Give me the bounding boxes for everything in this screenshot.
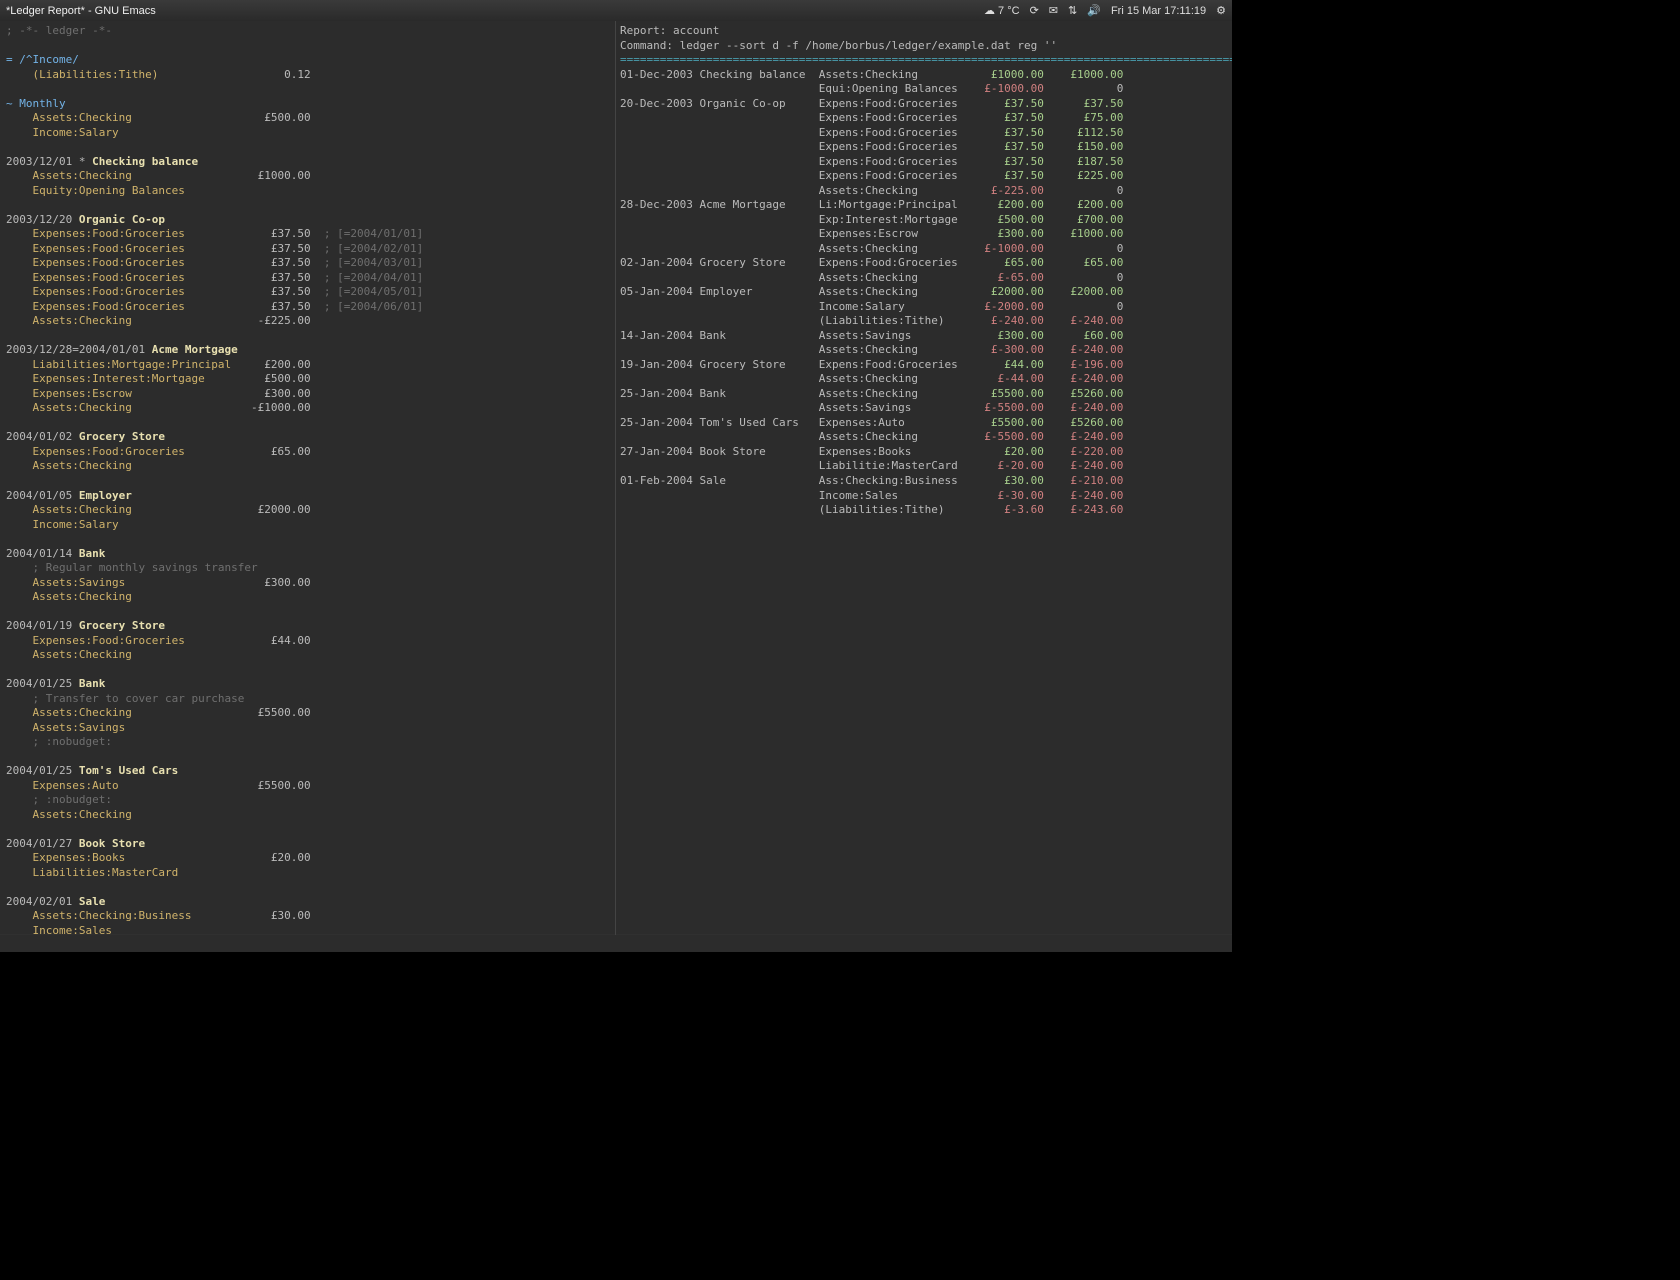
gear-icon[interactable]: ⚙ xyxy=(1216,4,1226,17)
posting-line: Expenses:Food:Groceries £37.50 ; [=2004/… xyxy=(6,285,615,300)
posting-line: Assets:Savings £300.00 xyxy=(6,576,615,591)
report-row: Expenses:Escrow £300.00 £1000.00 xyxy=(620,227,1232,242)
report-row: Assets:Checking £-300.00 £-240.00 xyxy=(620,343,1232,358)
left-pane[interactable]: ; -*- ledger -*- = /^Income/ (Liabilitie… xyxy=(0,21,616,952)
report-row: 25-Jan-2004 Tom's Used Cars Expenses:Aut… xyxy=(620,416,1232,431)
posting-line: Expenses:Interest:Mortgage £500.00 xyxy=(6,372,615,387)
refresh-icon[interactable]: ⟳ xyxy=(1030,4,1039,17)
txn-header: 2003/12/01 * Checking balance xyxy=(6,155,615,170)
txn-header: 2004/01/05 Employer xyxy=(6,489,615,504)
report-row: 02-Jan-2004 Grocery Store Expens:Food:Gr… xyxy=(620,256,1232,271)
txn-header: 2004/02/01 Sale xyxy=(6,895,615,910)
right-pane[interactable]: Report: accountCommand: ledger --sort d … xyxy=(616,21,1232,952)
posting-line: Liabilities:Mortgage:Principal £200.00 xyxy=(6,358,615,373)
report-row: Assets:Checking £-65.00 0 xyxy=(620,271,1232,286)
system-tray: ☁ 7 °C ⟳ ✉ ⇅ 🔊 Fri 15 Mar 17:11:19 ⚙ xyxy=(984,4,1226,17)
txn-header: 2004/01/25 Tom's Used Cars xyxy=(6,764,615,779)
mail-icon[interactable]: ✉ xyxy=(1049,4,1058,17)
posting-line: Liabilities:MasterCard xyxy=(6,866,615,881)
report-row: (Liabilities:Tithe) £-3.60 £-243.60 xyxy=(620,503,1232,518)
posting-line: Assets:Checking xyxy=(6,590,615,605)
posting-line: Expenses:Food:Groceries £37.50 ; [=2004/… xyxy=(6,227,615,242)
posting-line: Assets:Checking £5500.00 xyxy=(6,706,615,721)
txn-header: 2004/01/14 Bank xyxy=(6,547,615,562)
posting-line: Assets:Checking xyxy=(6,459,615,474)
posting-line: Assets:Checking -£225.00 xyxy=(6,314,615,329)
posting-line: Assets:Checking -£1000.00 xyxy=(6,401,615,416)
report-row: Assets:Checking £-5500.00 £-240.00 xyxy=(620,430,1232,445)
posting-line: Expenses:Auto £5500.00 xyxy=(6,779,615,794)
txn-header: 2004/01/27 Book Store xyxy=(6,837,615,852)
network-icon[interactable]: ⇅ xyxy=(1068,4,1077,17)
editor-area: ; -*- ledger -*- = /^Income/ (Liabilitie… xyxy=(0,21,1232,952)
posting-line: Expenses:Food:Groceries £37.50 ; [=2004/… xyxy=(6,300,615,315)
report-row: Expens:Food:Groceries £37.50 £112.50 xyxy=(620,126,1232,141)
posting-line: Assets:Savings xyxy=(6,721,615,736)
report-row: 01-Feb-2004 Sale Ass:Checking:Business £… xyxy=(620,474,1232,489)
report-row: Expens:Food:Groceries £37.50 £187.50 xyxy=(620,155,1232,170)
report-row: 27-Jan-2004 Book Store Expenses:Books £2… xyxy=(620,445,1232,460)
posting-line: Assets:Checking:Business £30.00 xyxy=(6,909,615,924)
report-row: Assets:Checking £-225.00 0 xyxy=(620,184,1232,199)
posting-line: Expenses:Food:Groceries £37.50 ; [=2004/… xyxy=(6,242,615,257)
txn-header: 2004/01/02 Grocery Store xyxy=(6,430,615,445)
posting-line: Expenses:Food:Groceries £44.00 xyxy=(6,634,615,649)
report-row: Income:Sales £-30.00 £-240.00 xyxy=(620,489,1232,504)
report-row: 25-Jan-2004 Bank Assets:Checking £5500.0… xyxy=(620,387,1232,402)
report-row: 01-Dec-2003 Checking balance Assets:Chec… xyxy=(620,68,1232,83)
report-header: Report: account xyxy=(620,24,1232,39)
titlebar: *Ledger Report* - GNU Emacs ☁ 7 °C ⟳ ✉ ⇅… xyxy=(0,0,1232,21)
posting-line: Expenses:Books £20.00 xyxy=(6,851,615,866)
volume-icon[interactable]: 🔊 xyxy=(1087,4,1101,17)
report-row: 28-Dec-2003 Acme Mortgage Li:Mortgage:Pr… xyxy=(620,198,1232,213)
report-row: Assets:Checking £-1000.00 0 xyxy=(620,242,1232,257)
report-row: Assets:Savings £-5500.00 £-240.00 xyxy=(620,401,1232,416)
report-row: Expens:Food:Groceries £37.50 £150.00 xyxy=(620,140,1232,155)
report-row: 14-Jan-2004 Bank Assets:Savings £300.00 … xyxy=(620,329,1232,344)
weather-indicator: ☁ 7 °C xyxy=(984,4,1020,17)
report-row: 20-Dec-2003 Organic Co-op Expens:Food:Gr… xyxy=(620,97,1232,112)
posting-line: Expenses:Escrow £300.00 xyxy=(6,387,615,402)
posting-line: Assets:Checking xyxy=(6,648,615,663)
report-row: 19-Jan-2004 Grocery Store Expens:Food:Gr… xyxy=(620,358,1232,373)
report-row: Equi:Opening Balances £-1000.00 0 xyxy=(620,82,1232,97)
posting-line: Expenses:Food:Groceries £37.50 ; [=2004/… xyxy=(6,271,615,286)
report-row: Income:Salary £-2000.00 0 xyxy=(620,300,1232,315)
posting-line: Assets:Checking xyxy=(6,808,615,823)
report-row: Expens:Food:Groceries £37.50 £75.00 xyxy=(620,111,1232,126)
posting-line: Equity:Opening Balances xyxy=(6,184,615,199)
posting-line: Expenses:Food:Groceries £65.00 xyxy=(6,445,615,460)
posting-line: Assets:Checking £2000.00 xyxy=(6,503,615,518)
clock: Fri 15 Mar 17:11:19 xyxy=(1111,5,1206,17)
report-row: (Liabilities:Tithe) £-240.00 £-240.00 xyxy=(620,314,1232,329)
report-row: Expens:Food:Groceries £37.50 £225.00 xyxy=(620,169,1232,184)
report-command: Command: ledger --sort d -f /home/borbus… xyxy=(620,39,1232,54)
report-divider: ========================================… xyxy=(620,53,1232,68)
report-row: Assets:Checking £-44.00 £-240.00 xyxy=(620,372,1232,387)
posting-line: Expenses:Food:Groceries £37.50 ; [=2004/… xyxy=(6,256,615,271)
report-row: Exp:Interest:Mortgage £500.00 £700.00 xyxy=(620,213,1232,228)
window-title: *Ledger Report* - GNU Emacs xyxy=(6,5,156,17)
report-row: 05-Jan-2004 Employer Assets:Checking £20… xyxy=(620,285,1232,300)
emacs-window: *Ledger Report* - GNU Emacs ☁ 7 °C ⟳ ✉ ⇅… xyxy=(0,0,1232,952)
posting-line: Assets:Checking £1000.00 xyxy=(6,169,615,184)
txn-header: 2004/01/25 Bank xyxy=(6,677,615,692)
txn-header: 2003/12/20 Organic Co-op xyxy=(6,213,615,228)
posting-line: Income:Salary xyxy=(6,518,615,533)
txn-header: 2004/01/19 Grocery Store xyxy=(6,619,615,634)
txn-header: 2003/12/28=2004/01/01 Acme Mortgage xyxy=(6,343,615,358)
minibuffer[interactable] xyxy=(0,935,1232,952)
report-row: Liabilitie:MasterCard £-20.00 £-240.00 xyxy=(620,459,1232,474)
